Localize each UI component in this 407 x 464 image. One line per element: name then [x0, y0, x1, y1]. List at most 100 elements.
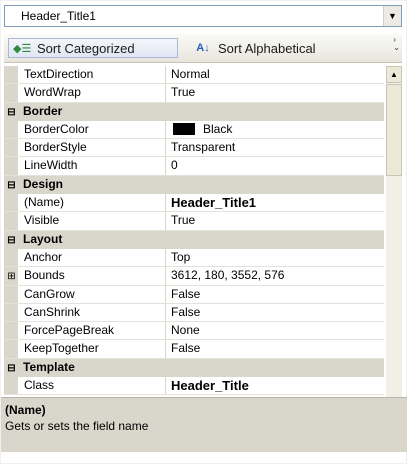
row-gutter	[4, 139, 18, 157]
sort-categorized-label: Sort Categorized	[37, 40, 135, 56]
row-gutter	[4, 157, 18, 175]
row-gutter	[4, 66, 18, 84]
properties-window: Header_Title1 ▼ ◆☰ Sort Categorized A↓ S…	[0, 0, 407, 464]
property-value[interactable]: Transparent	[166, 139, 384, 156]
category-name: Border	[23, 103, 63, 118]
property-name: Class	[18, 377, 166, 395]
property-value[interactable]: 0	[166, 157, 384, 174]
collapse-icon[interactable]: ⊟	[6, 232, 17, 248]
row-gutter	[4, 340, 18, 358]
property-value[interactable]: Top	[166, 249, 384, 266]
property-value-text: Normal	[171, 67, 210, 81]
property-name: WordWrap	[18, 84, 166, 102]
property-row[interactable]: CanShrink False	[4, 303, 384, 323]
property-row[interactable]: (Name) Header_Title1	[4, 194, 384, 213]
row-gutter	[4, 212, 18, 230]
row-gutter	[4, 84, 18, 102]
expand-icon[interactable]: ⊞	[6, 271, 17, 282]
property-row[interactable]: WordWrap True	[4, 84, 384, 103]
category-row[interactable]: ⊟ Design	[4, 175, 384, 195]
property-value[interactable]: False	[166, 304, 384, 321]
property-name: (Name)	[18, 194, 166, 212]
property-name: KeepTogether	[18, 340, 166, 358]
property-name: CanGrow	[18, 285, 166, 303]
property-name: BorderColor	[18, 120, 166, 139]
property-value[interactable]: False	[166, 286, 384, 303]
property-row[interactable]: TextDirection Normal	[4, 66, 384, 85]
collapse-icon[interactable]: ⊟	[6, 360, 17, 376]
property-row[interactable]: Class Header_Title	[4, 377, 384, 396]
category-label: ⊟ Layout	[4, 231, 384, 248]
property-row[interactable]: Anchor Top	[4, 248, 384, 268]
property-value-text: True	[171, 213, 196, 228]
collapse-icon[interactable]: ⊟	[6, 177, 17, 193]
description-title: (Name)	[5, 403, 46, 417]
category-name: Design	[23, 176, 64, 191]
category-name: Layout	[23, 231, 63, 246]
property-value-text: 3612, 180, 3552, 576	[171, 268, 285, 283]
scrollbar-thumb[interactable]	[386, 84, 402, 176]
property-value-text: Header_Title	[171, 378, 249, 394]
toolbar-overflow-icon[interactable]: › ⌄	[393, 36, 400, 52]
property-value-text: Header_Title1	[171, 195, 257, 211]
property-value[interactable]: True	[166, 84, 384, 101]
property-value-text: True	[171, 85, 196, 100]
scroll-up-icon[interactable]: ▲	[386, 66, 402, 83]
property-row[interactable]: KeepTogether False	[4, 340, 384, 359]
property-row[interactable]: ⊞ Bounds 3612, 180, 3552, 576	[4, 267, 384, 286]
property-value-text: Black	[203, 121, 233, 136]
collapse-icon[interactable]: ⊟	[6, 104, 17, 120]
property-value[interactable]: Black	[166, 121, 384, 138]
sort-alphabetical-button[interactable]: A↓ Sort Alphabetical	[194, 38, 316, 58]
category-row[interactable]: ⊟ Template	[4, 358, 384, 378]
property-name: BorderStyle	[18, 139, 166, 157]
property-name: TextDirection	[18, 66, 166, 84]
row-gutter	[4, 285, 18, 303]
property-name: Anchor	[18, 248, 166, 267]
property-row[interactable]: ForcePageBreak None	[4, 322, 384, 341]
property-row[interactable]: BorderStyle Transparent	[4, 139, 384, 158]
property-value[interactable]: True	[166, 212, 384, 229]
object-selector-dropdown[interactable]: Header_Title1 ▼	[4, 5, 402, 27]
alphabetical-sort-icon: A↓	[196, 42, 210, 54]
sort-categorized-button[interactable]: ◆☰ Sort Categorized	[8, 38, 178, 58]
property-value[interactable]: None	[166, 322, 384, 339]
property-name: Visible	[18, 212, 166, 230]
category-row[interactable]: ⊟ Border	[4, 102, 384, 121]
row-gutter	[4, 303, 18, 322]
row-gutter	[4, 120, 18, 139]
category-row[interactable]: ⊟ Layout	[4, 230, 384, 249]
category-name: Template	[23, 359, 75, 374]
property-value-text: False	[171, 286, 201, 301]
category-label: ⊟ Border	[4, 103, 384, 120]
categorized-icon: ◆☰	[13, 42, 32, 55]
property-value[interactable]: False	[166, 340, 384, 357]
property-value[interactable]: Header_Title1	[166, 194, 384, 211]
category-label: ⊟ Design	[4, 176, 384, 193]
description-text: Gets or sets the field name	[5, 419, 149, 433]
property-value-text: False	[171, 341, 201, 356]
property-row[interactable]: LineWidth 0	[4, 157, 384, 176]
description-panel: (Name) Gets or sets the field name	[1, 397, 407, 452]
property-value[interactable]: 3612, 180, 3552, 576	[166, 267, 384, 284]
property-name: LineWidth	[18, 157, 166, 175]
property-value[interactable]: Header_Title	[166, 377, 384, 394]
row-gutter	[4, 248, 18, 267]
property-row[interactable]: BorderColor Black	[4, 120, 384, 140]
sort-alphabetical-label: Sort Alphabetical	[218, 40, 316, 56]
row-gutter	[4, 377, 18, 395]
property-row[interactable]: CanGrow False	[4, 285, 384, 304]
chevron-down-icon[interactable]: ▼	[383, 6, 401, 26]
property-value[interactable]: Normal	[166, 66, 384, 83]
vertical-scrollbar[interactable]: ▲ ▼	[386, 66, 402, 432]
row-gutter	[4, 322, 18, 340]
row-gutter: ⊞	[4, 267, 18, 285]
toolbar: ◆☰ Sort Categorized A↓ Sort Alphabetical…	[4, 34, 402, 63]
property-row[interactable]: Visible True	[4, 212, 384, 231]
property-name: ForcePageBreak	[18, 322, 166, 340]
property-grid: TextDirection Normal WordWrap True ⊟ Border Bo…	[4, 66, 384, 432]
row-gutter	[4, 194, 18, 212]
property-name: CanShrink	[18, 303, 166, 322]
property-value-text: None	[171, 323, 200, 338]
category-label: ⊟ Template	[4, 359, 384, 376]
